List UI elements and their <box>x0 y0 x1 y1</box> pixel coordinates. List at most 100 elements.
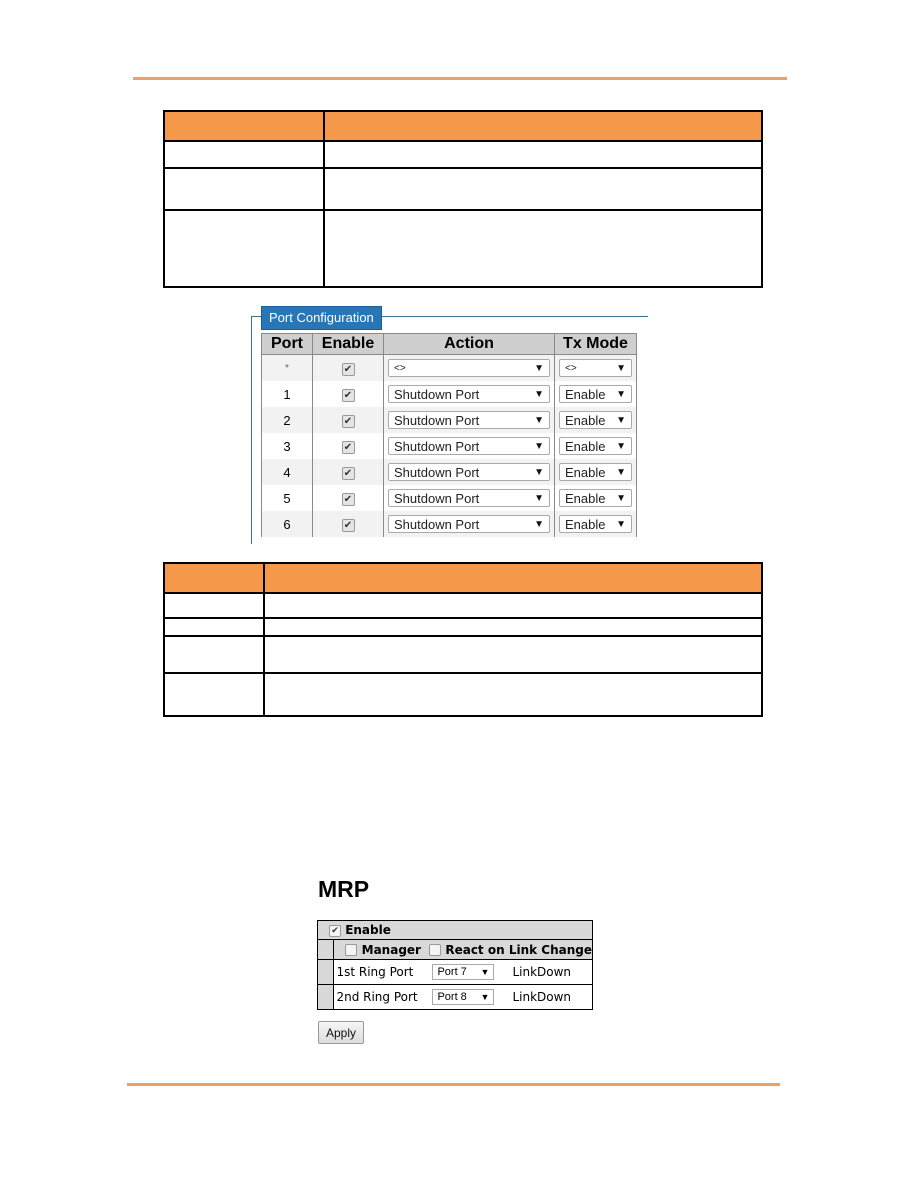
chevron-down-icon: ▼ <box>534 362 544 374</box>
tx-mode-cell: Enable ▼ <box>554 407 637 433</box>
action-value: <> <box>394 362 406 374</box>
enable-cell: ✔ <box>312 381 384 407</box>
action-select[interactable]: Shutdown Port ▼ <box>388 437 550 455</box>
action-select[interactable]: Shutdown Port ▼ <box>388 515 550 533</box>
tx-mode-value: Enable <box>565 412 606 428</box>
action-select[interactable]: Shutdown Port ▼ <box>388 489 550 507</box>
port-number: 6 <box>261 511 313 537</box>
chevron-down-icon: ▼ <box>616 388 626 400</box>
tx-mode-value: <> <box>565 362 577 374</box>
tx-mode-select[interactable]: Enable ▼ <box>559 515 632 533</box>
action-value: Shutdown Port <box>394 490 480 506</box>
action-value: Shutdown Port <box>394 464 480 480</box>
action-select[interactable]: Shutdown Port ▼ <box>388 411 550 429</box>
table-cell <box>323 140 763 169</box>
tx-mode-cell: Enable ▼ <box>554 433 637 459</box>
tx-mode-value: Enable <box>565 490 606 506</box>
chevron-down-icon: ▼ <box>534 440 544 452</box>
port-configuration-panel: Port Enable Action Tx Mode * ✔ <> ▼ <> ▼ 1 ✔ Shu… <box>261 333 639 543</box>
table-cell <box>163 672 265 717</box>
tx-mode-cell: <> ▼ <box>554 354 637 381</box>
tx-mode-select[interactable]: Enable ▼ <box>559 411 632 429</box>
ring-port-1-cell: Port 7 ▼ <box>432 959 511 985</box>
chevron-down-icon: ▼ <box>616 362 626 374</box>
port-number: 2 <box>261 407 313 433</box>
tx-mode-select[interactable]: Enable ▼ <box>559 385 632 403</box>
tx-mode-cell: Enable ▼ <box>554 381 637 407</box>
enable-checkbox[interactable]: ✔ <box>341 440 355 454</box>
enable-checkbox[interactable]: ✔ <box>341 466 355 480</box>
action-select[interactable]: <> ▼ <box>388 359 550 377</box>
chevron-down-icon: ▼ <box>616 414 626 426</box>
mrp-options-row: Manager React on Link Change <box>334 940 593 960</box>
table-cell <box>263 672 763 717</box>
enable-checkbox[interactable]: ✔ <box>341 414 355 428</box>
enable-checkbox[interactable]: ✔ <box>341 492 355 506</box>
enable-cell: ✔ <box>312 459 384 485</box>
action-cell: Shutdown Port ▼ <box>383 485 555 511</box>
ring-port-2-select[interactable]: Port 8 ▼ <box>432 989 495 1005</box>
tx-mode-cell: Enable ▼ <box>554 485 637 511</box>
manager-label: Manager <box>361 942 421 957</box>
ring-port-2-value: Port 8 <box>437 991 467 1003</box>
tx-mode-select[interactable]: Enable ▼ <box>559 463 632 481</box>
apply-button[interactable]: Apply <box>318 1021 364 1044</box>
action-cell: Shutdown Port ▼ <box>383 381 555 407</box>
chevron-down-icon: ▼ <box>534 518 544 530</box>
ring-port-1-value: Port 7 <box>437 966 467 978</box>
ring-port-1-select[interactable]: Port 7 ▼ <box>432 964 495 980</box>
action-value: Shutdown Port <box>394 412 480 428</box>
mrp-side-cell <box>317 939 335 960</box>
column-header-port: Port <box>261 333 313 355</box>
ring-port-1-status: LinkDown <box>510 959 593 985</box>
action-cell: Shutdown Port ▼ <box>383 511 555 537</box>
manager-checkbox[interactable] <box>345 944 358 956</box>
enable-cell: ✔ <box>312 511 384 537</box>
port-number: * <box>261 354 313 381</box>
table-cell <box>263 617 763 637</box>
table-cell <box>323 209 763 288</box>
mrp-enable-checkbox[interactable]: ✔ <box>329 924 341 937</box>
enable-cell: ✔ <box>312 354 384 381</box>
enable-cell: ✔ <box>312 433 384 459</box>
chevron-down-icon: ▼ <box>534 492 544 504</box>
tx-mode-select[interactable]: Enable ▼ <box>559 489 632 507</box>
chevron-down-icon: ▼ <box>480 992 490 1002</box>
tx-mode-cell: Enable ▼ <box>554 511 637 537</box>
table-header-cell <box>323 110 763 142</box>
action-select[interactable]: Shutdown Port ▼ <box>388 463 550 481</box>
react-on-link-change-label: React on Link Change <box>445 942 592 957</box>
chevron-down-icon: ▼ <box>480 967 490 977</box>
port-row: 3 ✔ Shutdown Port ▼ Enable ▼ <box>261 433 637 459</box>
action-select[interactable]: Shutdown Port ▼ <box>388 385 550 403</box>
chevron-down-icon: ▼ <box>616 518 626 530</box>
port-number: 3 <box>261 433 313 459</box>
port-table-header: Port Enable Action Tx Mode <box>261 333 637 355</box>
table-cell <box>163 140 325 169</box>
table-header-cell <box>163 562 265 594</box>
port-row: * ✔ <> ▼ <> ▼ <box>261 354 637 381</box>
port-row: 4 ✔ Shutdown Port ▼ Enable ▼ <box>261 459 637 485</box>
port-number: 5 <box>261 485 313 511</box>
enable-cell: ✔ <box>312 485 384 511</box>
chevron-down-icon: ▼ <box>534 466 544 478</box>
table-cell <box>323 167 763 211</box>
ring-port-2-status: LinkDown <box>510 984 593 1010</box>
ring-port-2-label: 2nd Ring Port <box>333 984 433 1010</box>
action-value: Shutdown Port <box>394 438 480 454</box>
table-cell <box>263 592 763 619</box>
port-row: 1 ✔ Shutdown Port ▼ Enable ▼ <box>261 381 637 407</box>
mrp-config-table: ✔ Enable Manager React on Link Change 1s… <box>317 920 593 1010</box>
tx-mode-select[interactable]: <> ▼ <box>559 359 632 377</box>
enable-checkbox[interactable]: ✔ <box>341 518 355 532</box>
action-cell: Shutdown Port ▼ <box>383 407 555 433</box>
tx-mode-value: Enable <box>565 464 606 480</box>
tx-mode-value: Enable <box>565 386 606 402</box>
port-number: 1 <box>261 381 313 407</box>
react-on-link-change-checkbox[interactable] <box>429 944 442 956</box>
enable-checkbox[interactable]: ✔ <box>341 362 355 376</box>
tx-mode-select[interactable]: Enable ▼ <box>559 437 632 455</box>
port-row: 2 ✔ Shutdown Port ▼ Enable ▼ <box>261 407 637 433</box>
enable-checkbox[interactable]: ✔ <box>341 388 355 402</box>
action-cell: Shutdown Port ▼ <box>383 433 555 459</box>
